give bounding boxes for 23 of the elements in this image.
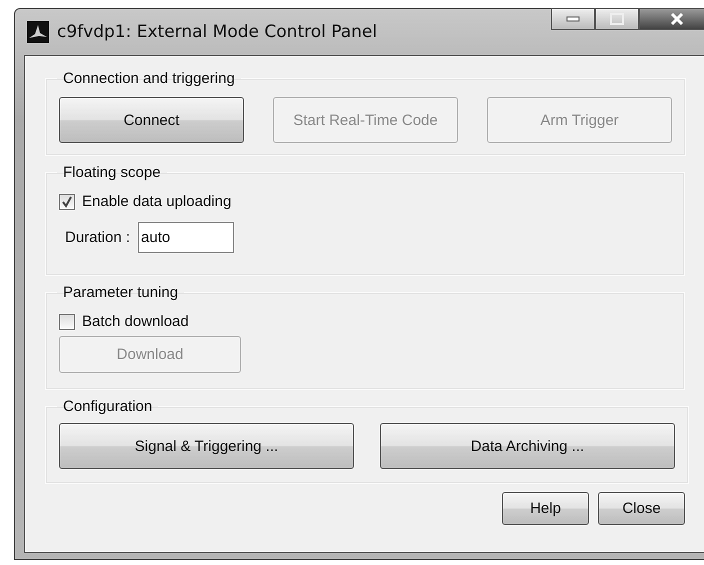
group-title: Configuration (62, 398, 154, 415)
push-button[interactable]: Help (502, 492, 589, 525)
group-title: Parameter tuning (62, 284, 180, 301)
checkbox[interactable] (59, 314, 75, 330)
maximize-icon (610, 13, 624, 25)
push-button[interactable]: Data Archiving ... (380, 423, 675, 469)
push-button[interactable]: Signal & Triggering ... (59, 423, 354, 469)
maximize-button[interactable] (595, 8, 639, 30)
checkbox[interactable] (59, 194, 75, 210)
app-icon (27, 21, 49, 43)
close-button[interactable] (639, 8, 704, 30)
close-icon (669, 13, 685, 25)
field-label: Duration : (65, 229, 130, 246)
minimize-button[interactable] (551, 8, 595, 30)
group-title: Floating scope (62, 164, 162, 181)
window-title: c9fvdp1: External Mode Control Panel (57, 22, 378, 42)
checkbox-label: Enable data uploading (82, 193, 232, 210)
push-button[interactable]: Close (598, 492, 685, 525)
checkbox-label: Batch download (82, 313, 189, 330)
minimize-icon (566, 16, 580, 22)
duration-field[interactable]: auto (138, 222, 234, 253)
group-title: Connection and triggering (62, 70, 236, 87)
push-button[interactable]: Connect (59, 97, 244, 143)
